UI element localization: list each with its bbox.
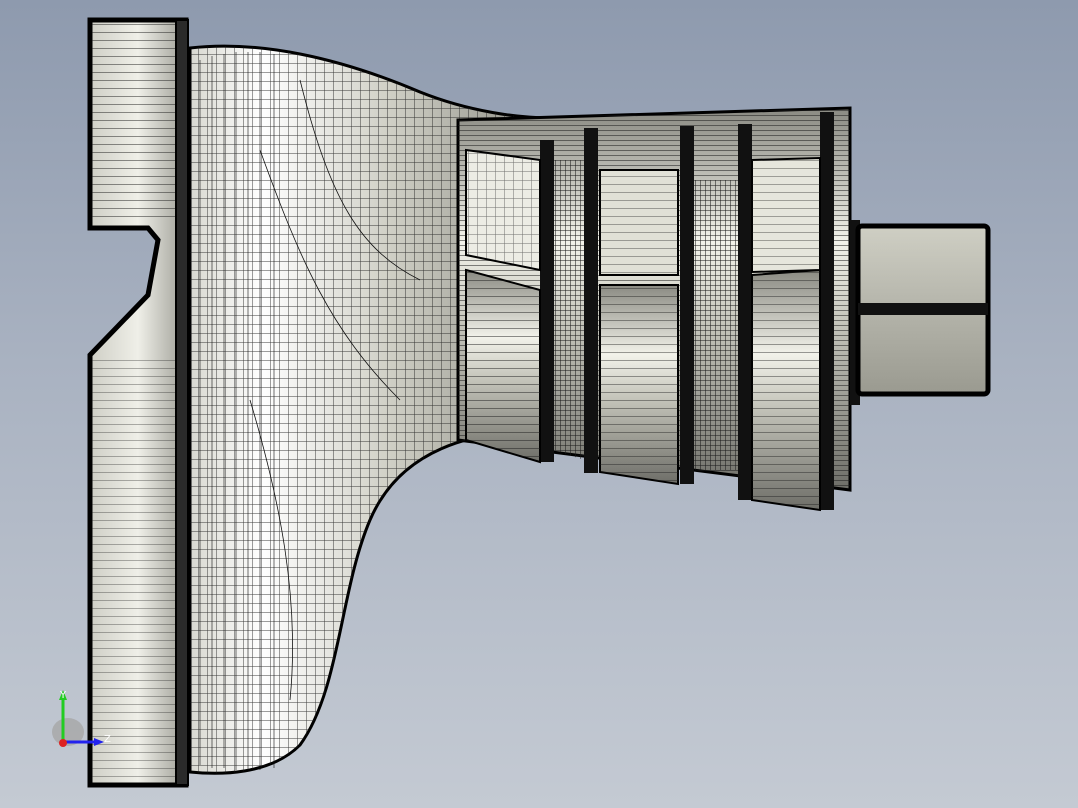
shaft-stub[interactable] bbox=[850, 220, 991, 405]
triad-z-label: Z bbox=[104, 734, 111, 745]
outlet-casing[interactable] bbox=[456, 106, 852, 512]
triad-labels: Y Z bbox=[48, 684, 118, 754]
inlet-flange[interactable] bbox=[87, 17, 189, 788]
casing-bands bbox=[465, 148, 821, 512]
graphics-viewport[interactable]: Y Z bbox=[0, 0, 1078, 808]
triad-y-label: Y bbox=[59, 690, 67, 701]
cad-model-view[interactable] bbox=[0, 0, 1078, 808]
